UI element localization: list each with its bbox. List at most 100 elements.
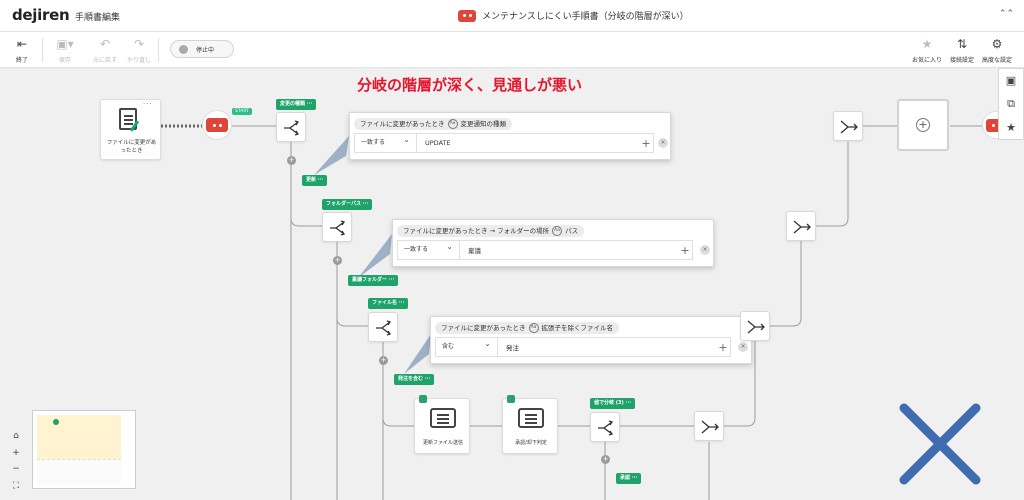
top-bar: dejiren 手順書編集 メンテナンスしにくい手順書（分岐の階層が深い） ⌃⌃ (0, 0, 1024, 32)
merge-node[interactable] (833, 111, 863, 141)
document-title-text: メンテナンスしにくい手順書（分岐の階層が深い） (482, 12, 689, 22)
condition-header: ファイルに変更があったとき → フォルダーの場所 Aa パス (397, 225, 585, 237)
operator-select[interactable]: 一致する (355, 131, 417, 152)
remove-condition-icon[interactable]: × (700, 245, 710, 255)
document-title: メンテナンスしにくい手順書（分岐の階層が深い） (458, 9, 689, 22)
branch-tag[interactable]: フォルダーパス ··· (322, 199, 373, 210)
add-step-icon[interactable]: + (601, 455, 610, 464)
divider (42, 38, 43, 62)
condition-row: 一致する 稟議 + (397, 238, 693, 260)
logo: dejiren (12, 6, 70, 24)
app-title: 手順書編集 (75, 13, 121, 23)
branch-tag[interactable]: ファイル名 ··· (368, 298, 409, 309)
minimap-lower (37, 459, 121, 485)
add-step-icon[interactable]: + (287, 156, 296, 165)
condition-value[interactable]: 発注 (498, 342, 716, 352)
minus-icon[interactable]: − (12, 463, 20, 475)
merge-node[interactable] (694, 411, 724, 441)
branch-tag[interactable]: 変更の種類 ··· (276, 99, 317, 110)
divider (158, 38, 159, 62)
branch-icon (284, 120, 300, 136)
stop-toggle[interactable]: 停止中 (170, 40, 234, 58)
robot-node[interactable] (202, 110, 232, 140)
redo-icon: ↷ (133, 37, 145, 51)
text-type-icon: Aa (528, 323, 539, 333)
collapse-icon[interactable]: ⌃⌃ (999, 9, 1014, 19)
home-icon[interactable]: ⌂ (13, 430, 19, 442)
merge-node[interactable] (740, 311, 770, 341)
case-tag[interactable]: 稟議フォルダー ··· (348, 275, 399, 286)
checklist-icon (518, 408, 544, 428)
condition-row: 一致する UPDATE + (354, 131, 654, 153)
condition-panel: ファイルに変更があったとき → フォルダーの場所 Aa パス 一致する 稟議 +… (392, 219, 714, 267)
trigger-card[interactable]: ファイルに変更があ ったとき (100, 99, 161, 160)
merge-icon (701, 420, 719, 434)
case-tag[interactable]: 更新 ··· (302, 175, 328, 186)
settings-box-icon[interactable]: ⧉ (1007, 97, 1015, 111)
status-dot (179, 44, 188, 54)
action-approval[interactable]: 承認/却下判定 (502, 395, 558, 454)
condition-row: 含む 発注 + (435, 335, 731, 357)
add-condition-icon[interactable]: + (678, 244, 692, 257)
operator-select[interactable]: 含む (436, 335, 498, 356)
exit-icon: ⇤ (16, 37, 28, 51)
add-condition-icon[interactable]: + (716, 341, 730, 354)
text-type-icon: Aa (447, 119, 458, 129)
exit-button[interactable]: ⇤ 終了 (5, 36, 39, 64)
operator-select[interactable]: 一致する (398, 238, 460, 259)
undo-icon: ↶ (99, 37, 111, 51)
minimap[interactable] (32, 410, 136, 489)
star-icon[interactable]: ★ (1006, 121, 1016, 134)
add-step-icon[interactable]: + (379, 356, 388, 365)
cube-icon[interactable]: ▣ (1006, 74, 1016, 87)
redo-button[interactable]: ↷ やり直し (122, 36, 156, 64)
text-type-icon: Aa (552, 226, 563, 236)
minimap-cursor (53, 419, 59, 425)
add-step-icon[interactable]: + (333, 256, 342, 265)
remove-condition-icon[interactable]: × (658, 138, 668, 148)
empty-step-node[interactable]: + (897, 99, 949, 151)
fit-icon[interactable]: ⛶ (13, 480, 19, 492)
action-send-file[interactable]: 更新ファイル送信 (414, 395, 470, 454)
branch-icon (598, 420, 614, 436)
branch-node[interactable] (322, 212, 352, 242)
case-tag[interactable]: 発注を含む ··· (394, 374, 435, 385)
message-icon (430, 408, 456, 428)
connection-icon: ⇅ (956, 37, 968, 51)
undo-button[interactable]: ↶ 元に戻す (88, 36, 122, 64)
merge-icon (793, 220, 811, 234)
star-icon: ★ (921, 37, 933, 51)
plus-icon[interactable]: + (12, 447, 20, 459)
add-icon: + (916, 118, 930, 132)
branch-node[interactable] (276, 112, 306, 142)
toolbar: ⇤ 終了 ▣▾ 保存 ↶ 元に戻す ↷ やり直し ★ お気に入り ⇅ 接続設定 … (0, 32, 1024, 68)
flow-canvas[interactable]: 分岐の階層が深く、見通しが悪い ファイルに変更があ ったとき ··· START… (0, 68, 1024, 500)
save-icon: ▣▾ (56, 37, 74, 51)
case-tag[interactable]: 承認 ··· (616, 473, 642, 484)
merge-icon (747, 320, 765, 334)
branch-node[interactable] (368, 312, 398, 342)
condition-panel: ファイルに変更があったとき Aa 変更通知の種類 一致する UPDATE + × (349, 112, 671, 160)
merge-node[interactable] (786, 211, 816, 241)
more-icon[interactable]: ··· (143, 100, 153, 108)
condition-value[interactable]: 稟議 (460, 245, 678, 255)
app-icon (507, 395, 515, 403)
start-badge: START (232, 108, 252, 115)
branch-tag[interactable]: 値で分岐 (3) ··· (590, 398, 636, 409)
condition-value[interactable]: UPDATE (417, 139, 639, 147)
cross-mark-icon (899, 403, 981, 485)
annotation-text: 分岐の階層が深く、見通しが悪い (357, 76, 583, 94)
merge-icon (840, 120, 858, 134)
favorite-button[interactable]: ★ お気に入り (910, 36, 944, 64)
condition-header: ファイルに変更があったとき Aa 拡張子を除くファイル名 (435, 322, 619, 334)
zoom-controls: ⌂ + − ⛶ (9, 430, 23, 492)
branch-icon (330, 220, 346, 236)
branch-node[interactable] (590, 412, 620, 442)
add-condition-icon[interactable]: + (639, 137, 653, 150)
connection-button[interactable]: ⇅ 接続設定 (945, 36, 979, 64)
condition-header: ファイルに変更があったとき Aa 変更通知の種類 (354, 118, 512, 130)
remove-condition-icon[interactable]: × (738, 342, 748, 352)
save-button[interactable]: ▣▾ 保存 (48, 36, 82, 64)
condition-panel: ファイルに変更があったとき Aa 拡張子を除くファイル名 含む 発注 + × (430, 316, 752, 364)
advanced-settings-button[interactable]: ⚙ 高度な設定 (980, 36, 1014, 64)
